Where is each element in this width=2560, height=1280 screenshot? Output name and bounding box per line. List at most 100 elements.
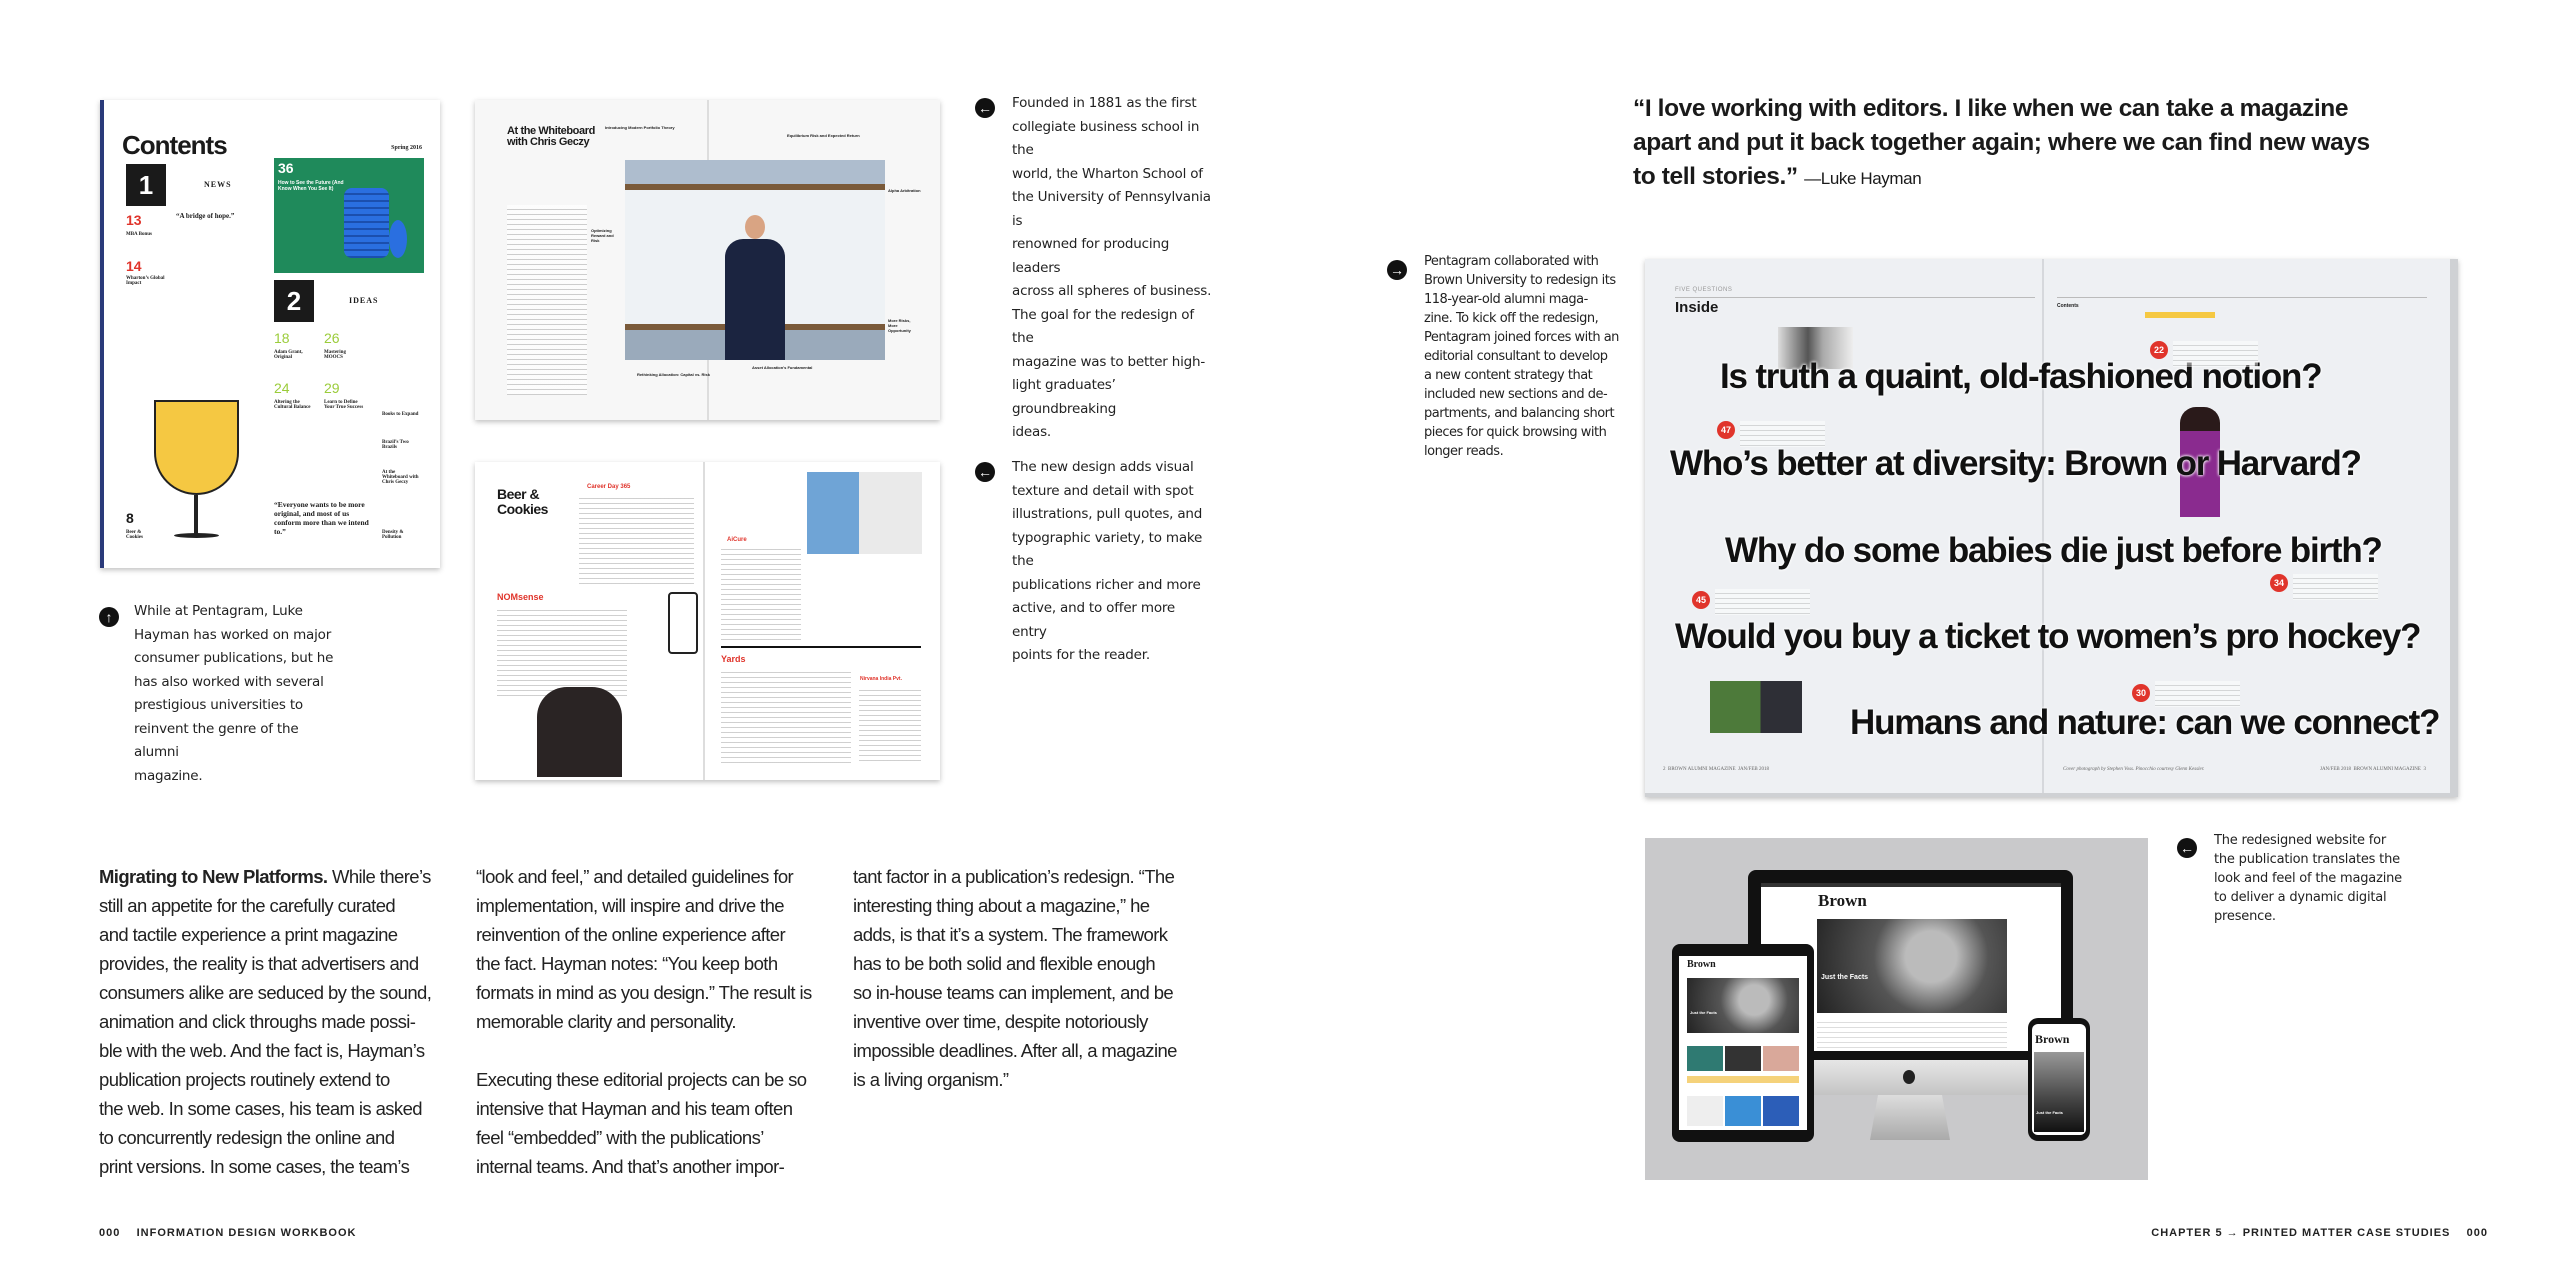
green-feature-image: 36 How to See the Future (And Know When … [274,158,424,273]
page-number-badge: 45 [1692,591,1710,609]
arrow-right-icon: → [1387,260,1407,280]
apple-logo-icon [1903,1070,1915,1084]
caption-line: illustrations, pull quotes, and [1012,506,1203,522]
site-brand: Brown [1687,959,1716,970]
body-line: inventive over time, despite notoriously [853,1011,1148,1032]
sidebar-item: Density & Pollution [382,530,404,540]
body-line: reinvention of the online experience aft… [476,924,786,945]
site-brand: Brown [2035,1032,2070,1046]
rule [2057,297,2427,298]
caption-line: texture and detail with spot [1012,482,1194,499]
pull-quote: “Everyone wants to be more original, and… [274,500,369,536]
newsletter-bar [1687,1076,1799,1083]
section-number: 1 [126,164,166,206]
body-line: intensive that Hayman and his team often [476,1098,793,1119]
article-body [721,545,801,640]
page-number: 000 [99,1227,121,1239]
caption-line: ideas. [1012,424,1052,440]
item-title: Altering the Cultural Balance [274,400,311,410]
body-line: and tactile experience a print magazine [99,924,398,945]
caption-line: The redesigned website for [2214,833,2387,848]
feature-title: How to See the Future (And Know When You… [278,180,344,192]
annotation: Equilibrium Risk and Expected Return [787,133,860,138]
caption-line: world, the Wharton School of [1012,165,1203,182]
pull-quote: “I love working with editors. I like whe… [1633,92,2393,196]
contents-highlight [2145,312,2215,318]
caption-line: prestigious universities to [134,697,303,713]
caption-brown: Pentagram collaborated with Brown Univers… [1424,252,1624,461]
headline: Humans and nature: can we connect? [1850,703,2441,742]
item-number: 24 [274,380,290,396]
glass-stem [194,495,198,535]
wharton-contents-page-image: Contents Spring 2016 1 NEWS 36 How to Se… [100,100,440,568]
phone-device: Brown Just the Facts [2028,1018,2090,1141]
page-number-badge: 30 [2132,684,2150,702]
caption-line: points for the reader. [1012,647,1150,663]
caption-line: light graduates’ groundbreaking [1012,377,1117,417]
caption-line: active, and to offer more entry [1012,600,1176,640]
caption-line: Pentagram joined forces with an [1424,330,1619,345]
article-body [859,686,921,761]
phone-illustration [668,592,698,654]
item-title: Mastering MOOCS [324,350,346,360]
page-number-badge: 47 [1717,421,1735,439]
body-line: is a living organism.” [853,1069,1009,1090]
website-devices-image: Brown Just the Facts Brown Just the Fact… [1645,838,2148,1180]
item-number: 29 [324,380,340,396]
item-number: 8 [126,510,134,526]
item-number: 18 [274,330,290,346]
article-body [507,205,587,395]
whiteboard-photo [625,160,885,360]
caption-new-design: The new design adds visual texture and de… [1012,456,1212,668]
page-number-badge: 34 [2270,574,2288,592]
body-line: impossible deadlines. After all, a magaz… [853,1040,1177,1061]
caption-line: zine. To kick off the redesign, [1424,311,1599,326]
body-line: has to be both solid and flexible enough [853,953,1156,974]
section-heading: Yards [721,654,746,664]
caption-line: consumer publications, but he [134,650,334,666]
pull-quote: “A bridge of hope.” [176,212,235,220]
site-brand: Brown [1818,891,1867,910]
article-teasers [1817,1018,2007,1048]
body-line: Executing these editorial projects can b… [476,1069,807,1090]
spread-footer-left: 2 BROWN ALUMNI MAGAZINE JAN/FEB 2018 [1663,767,1769,772]
inside-label: Inside [1675,299,1719,316]
book-title: INFORMATION DESIGN WORKBOOK [136,1227,357,1239]
cards [1687,1096,1799,1126]
section-heading: AiCure [727,537,747,543]
beer-cookies-spread-image: Beer & Cookies Career Day 365 NOMsense A… [475,462,940,780]
glass-foot [174,533,219,538]
caption-line: a new content strategy that [1424,368,1593,383]
caption-line: look and feel of the magazine [2214,871,2402,886]
caption-line: editorial consultant to develop [1424,349,1608,364]
body-line: so in-house teams can implement, and be [853,982,1174,1003]
body-line: interesting thing about a magazine,” he [853,895,1150,916]
quote-attribution: —Luke Hayman [1804,169,1922,188]
blurb [2293,574,2378,600]
caption-line: The new design adds visual [1012,459,1194,475]
annotation: Optimizing Reward and Risk [591,228,614,243]
caption-line: publications richer and more [1012,576,1201,593]
person-chris-geczy [725,215,785,360]
chapter-title: CHAPTER 5 → PRINTED MATTER CASE STUDIES [2151,1227,2451,1239]
item-number: 26 [324,330,340,346]
caption-line: longer reads. [1424,444,1504,459]
quote-text: “I love working with editors. I like whe… [1633,95,2370,190]
caption-line: Brown University to redesign its [1424,273,1616,288]
arrow-up-icon: ↑ [99,607,119,627]
caption-line: collegiate business school in the [1012,118,1200,159]
caption-line: pieces for quick browsing with [1424,425,1607,440]
section-heading: Career Day 365 [587,484,631,490]
nature-photo [1710,681,1802,733]
section-heading: Nirvana India Pvt. [860,676,902,682]
caption-line: presence. [2214,909,2276,924]
annotation: Asset Allocation's Fundamental [752,365,813,370]
caption-line: to deliver a dynamic digital [2214,890,2387,905]
annotation: More Risks, More Opportunity [888,318,911,333]
rule [1675,297,2035,298]
hero-title: Just the Facts [1690,1010,1717,1015]
section-heading: NOMsense [497,592,544,602]
women-with-cookies-photo [537,687,622,777]
blurb [2155,681,2240,707]
body-line: provides, the reality is that advertiser… [99,953,419,974]
